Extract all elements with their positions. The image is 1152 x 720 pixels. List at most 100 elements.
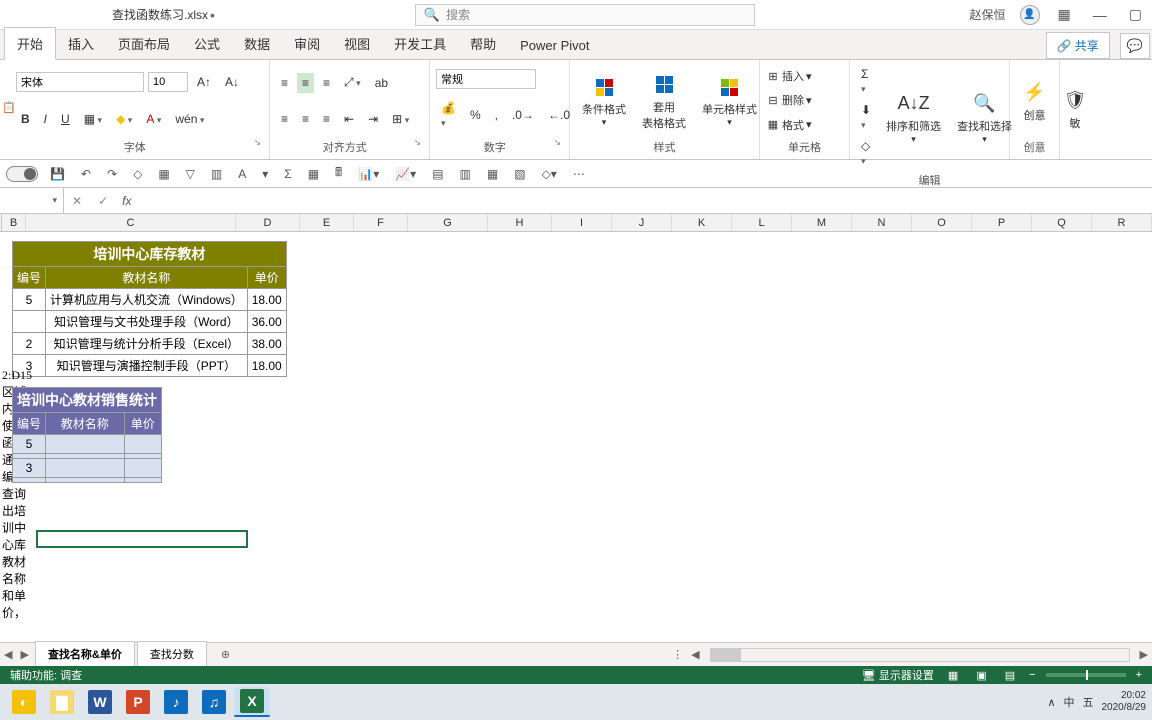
- ribbon-mode-icon[interactable]: ▦: [1054, 6, 1075, 23]
- save-button[interactable]: 💾: [46, 165, 69, 183]
- col-header-B[interactable]: B: [2, 214, 26, 231]
- qat-more-icon[interactable]: ⋯: [569, 165, 589, 183]
- increase-font-button[interactable]: A↑: [192, 72, 216, 92]
- number-dialog-launcher[interactable]: ↘: [553, 137, 563, 157]
- col-header-D[interactable]: D: [236, 214, 300, 231]
- align-left-button[interactable]: ≡: [276, 109, 293, 129]
- fill-button[interactable]: ⬇: [856, 100, 876, 134]
- col-header-L[interactable]: L: [732, 214, 792, 231]
- qat-sum-icon[interactable]: Σ: [280, 165, 295, 183]
- taskbar-app-excel[interactable]: X: [234, 687, 270, 717]
- table-row[interactable]: 3: [13, 459, 162, 478]
- qat-icon[interactable]: ▤: [428, 165, 447, 183]
- menu-tab-3[interactable]: 公式: [182, 28, 232, 59]
- cell-styles-button[interactable]: 单元格样式▾: [696, 71, 763, 130]
- phonetic-button[interactable]: wén: [170, 109, 209, 129]
- clear-button[interactable]: ◇: [856, 136, 876, 170]
- qat-chart-icon[interactable]: 📊▾: [354, 165, 383, 183]
- number-format-combo[interactable]: [436, 69, 536, 89]
- zoom-out-button[interactable]: −: [1029, 669, 1035, 681]
- qat-icon[interactable]: ◇: [129, 165, 146, 183]
- zoom-in-button[interactable]: +: [1136, 669, 1142, 681]
- col-header-Q[interactable]: Q: [1032, 214, 1092, 231]
- restore-button[interactable]: ▢: [1125, 6, 1146, 23]
- taskbar-app-word[interactable]: W: [82, 687, 118, 717]
- cancel-formula-button[interactable]: ✕: [64, 194, 90, 208]
- sheet-tab-1[interactable]: 查找分数: [137, 641, 207, 668]
- sheet-tab-0[interactable]: 查找名称&单价: [35, 641, 135, 668]
- font-dialog-launcher[interactable]: ↘: [253, 137, 263, 157]
- comma-button[interactable]: ,: [490, 105, 503, 125]
- add-sheet-button[interactable]: ⊕: [215, 646, 236, 663]
- col-header-H[interactable]: H: [488, 214, 552, 231]
- comments-button[interactable]: 💬: [1120, 33, 1150, 59]
- align-center-button[interactable]: ≡: [297, 109, 314, 129]
- table-row[interactable]: [13, 478, 162, 483]
- clipboard-paste-icon[interactable]: 📋: [2, 101, 8, 114]
- col-header-E[interactable]: E: [300, 214, 354, 231]
- merge-button[interactable]: ⊞: [387, 109, 414, 129]
- font-size-combo[interactable]: [148, 72, 188, 92]
- decrease-indent-button[interactable]: ⇤: [339, 109, 359, 129]
- qat-icon[interactable]: ▦: [483, 165, 502, 183]
- ime-lang[interactable]: 中: [1064, 694, 1075, 710]
- hscroll-right[interactable]: ▶: [1136, 648, 1152, 661]
- system-clock[interactable]: 20:02 2020/8/29: [1102, 690, 1147, 714]
- normal-view-button[interactable]: ▦: [944, 669, 962, 682]
- increase-decimal-button[interactable]: .0→: [507, 105, 539, 125]
- currency-button[interactable]: 💰: [436, 98, 461, 132]
- taskbar-app-explorer[interactable]: ▇: [44, 687, 80, 717]
- menu-tab-9[interactable]: Power Pivot: [508, 32, 601, 59]
- autosum-button[interactable]: Σ: [856, 64, 876, 98]
- menu-tab-1[interactable]: 插入: [56, 28, 106, 59]
- fill-color-button[interactable]: ◆: [111, 109, 137, 129]
- page-layout-view-button[interactable]: ▣: [972, 669, 990, 682]
- worksheet-grid[interactable]: 培训中心库存教材 编号 教材名称 单价 5计算机应用与人机交流（Windows）…: [0, 232, 1152, 622]
- col-header-K[interactable]: K: [672, 214, 732, 231]
- fx-button[interactable]: fx: [116, 194, 137, 208]
- qat-icon[interactable]: ▥: [207, 165, 226, 183]
- user-avatar-icon[interactable]: 👤: [1020, 5, 1040, 25]
- find-select-button[interactable]: 🔍查找和选择▾: [951, 88, 1018, 147]
- col-header-R[interactable]: R: [1092, 214, 1152, 231]
- qat-icon[interactable]: ▥: [456, 165, 475, 183]
- font-color-button[interactable]: A: [141, 109, 166, 129]
- undo-button[interactable]: ↶: [77, 165, 95, 183]
- col-header-M[interactable]: M: [792, 214, 852, 231]
- delete-cells-button[interactable]: ⊟删除 ▾: [766, 92, 843, 108]
- menu-tab-4[interactable]: 数据: [232, 28, 282, 59]
- decrease-font-button[interactable]: A↓: [220, 72, 244, 92]
- minimize-button[interactable]: —: [1089, 7, 1111, 23]
- hscroll-left[interactable]: ◀: [687, 648, 703, 661]
- table-row[interactable]: 3知识管理与演播控制手段（PPT）18.00: [13, 355, 287, 377]
- align-bottom-button[interactable]: ≡: [318, 73, 335, 93]
- table-row[interactable]: 知识管理与文书处理手段（Word）36.00: [13, 311, 287, 333]
- zoom-slider[interactable]: [1046, 673, 1126, 677]
- taskbar-app-powerpoint[interactable]: P: [120, 687, 156, 717]
- insert-cells-button[interactable]: ⊞插入 ▾: [766, 68, 843, 84]
- qat-icon[interactable]: A: [234, 165, 250, 183]
- col-header-N[interactable]: N: [852, 214, 912, 231]
- col-header-F[interactable]: F: [354, 214, 408, 231]
- tray-chevron-icon[interactable]: ∧: [1047, 696, 1055, 709]
- ideas-button[interactable]: ⚡创意: [1016, 77, 1053, 125]
- autosave-toggle[interactable]: [6, 166, 38, 182]
- taskbar-app-chrome[interactable]: ◐: [6, 687, 42, 717]
- qat-icon[interactable]: ◇▾: [538, 165, 561, 183]
- border-button[interactable]: ▦: [79, 109, 107, 129]
- table-row[interactable]: 5: [13, 435, 162, 454]
- col-header-C[interactable]: C: [26, 214, 236, 231]
- menu-tab-7[interactable]: 开发工具: [382, 28, 458, 59]
- qat-icon[interactable]: ▦: [154, 165, 173, 183]
- col-header-O[interactable]: O: [912, 214, 972, 231]
- qat-icon[interactable]: ▧: [510, 165, 529, 183]
- align-right-button[interactable]: ≡: [318, 109, 335, 129]
- underline-button[interactable]: U: [56, 109, 75, 129]
- qat-table-icon[interactable]: ▦: [304, 165, 323, 183]
- menu-tab-0[interactable]: 开始: [4, 27, 56, 60]
- bold-button[interactable]: B: [16, 109, 35, 129]
- sensitivity-button[interactable]: 🛡敏: [1066, 85, 1084, 133]
- align-top-button[interactable]: ≡: [276, 73, 293, 93]
- conditional-format-button[interactable]: 条件格式▾: [576, 71, 632, 130]
- italic-button[interactable]: I: [39, 109, 52, 129]
